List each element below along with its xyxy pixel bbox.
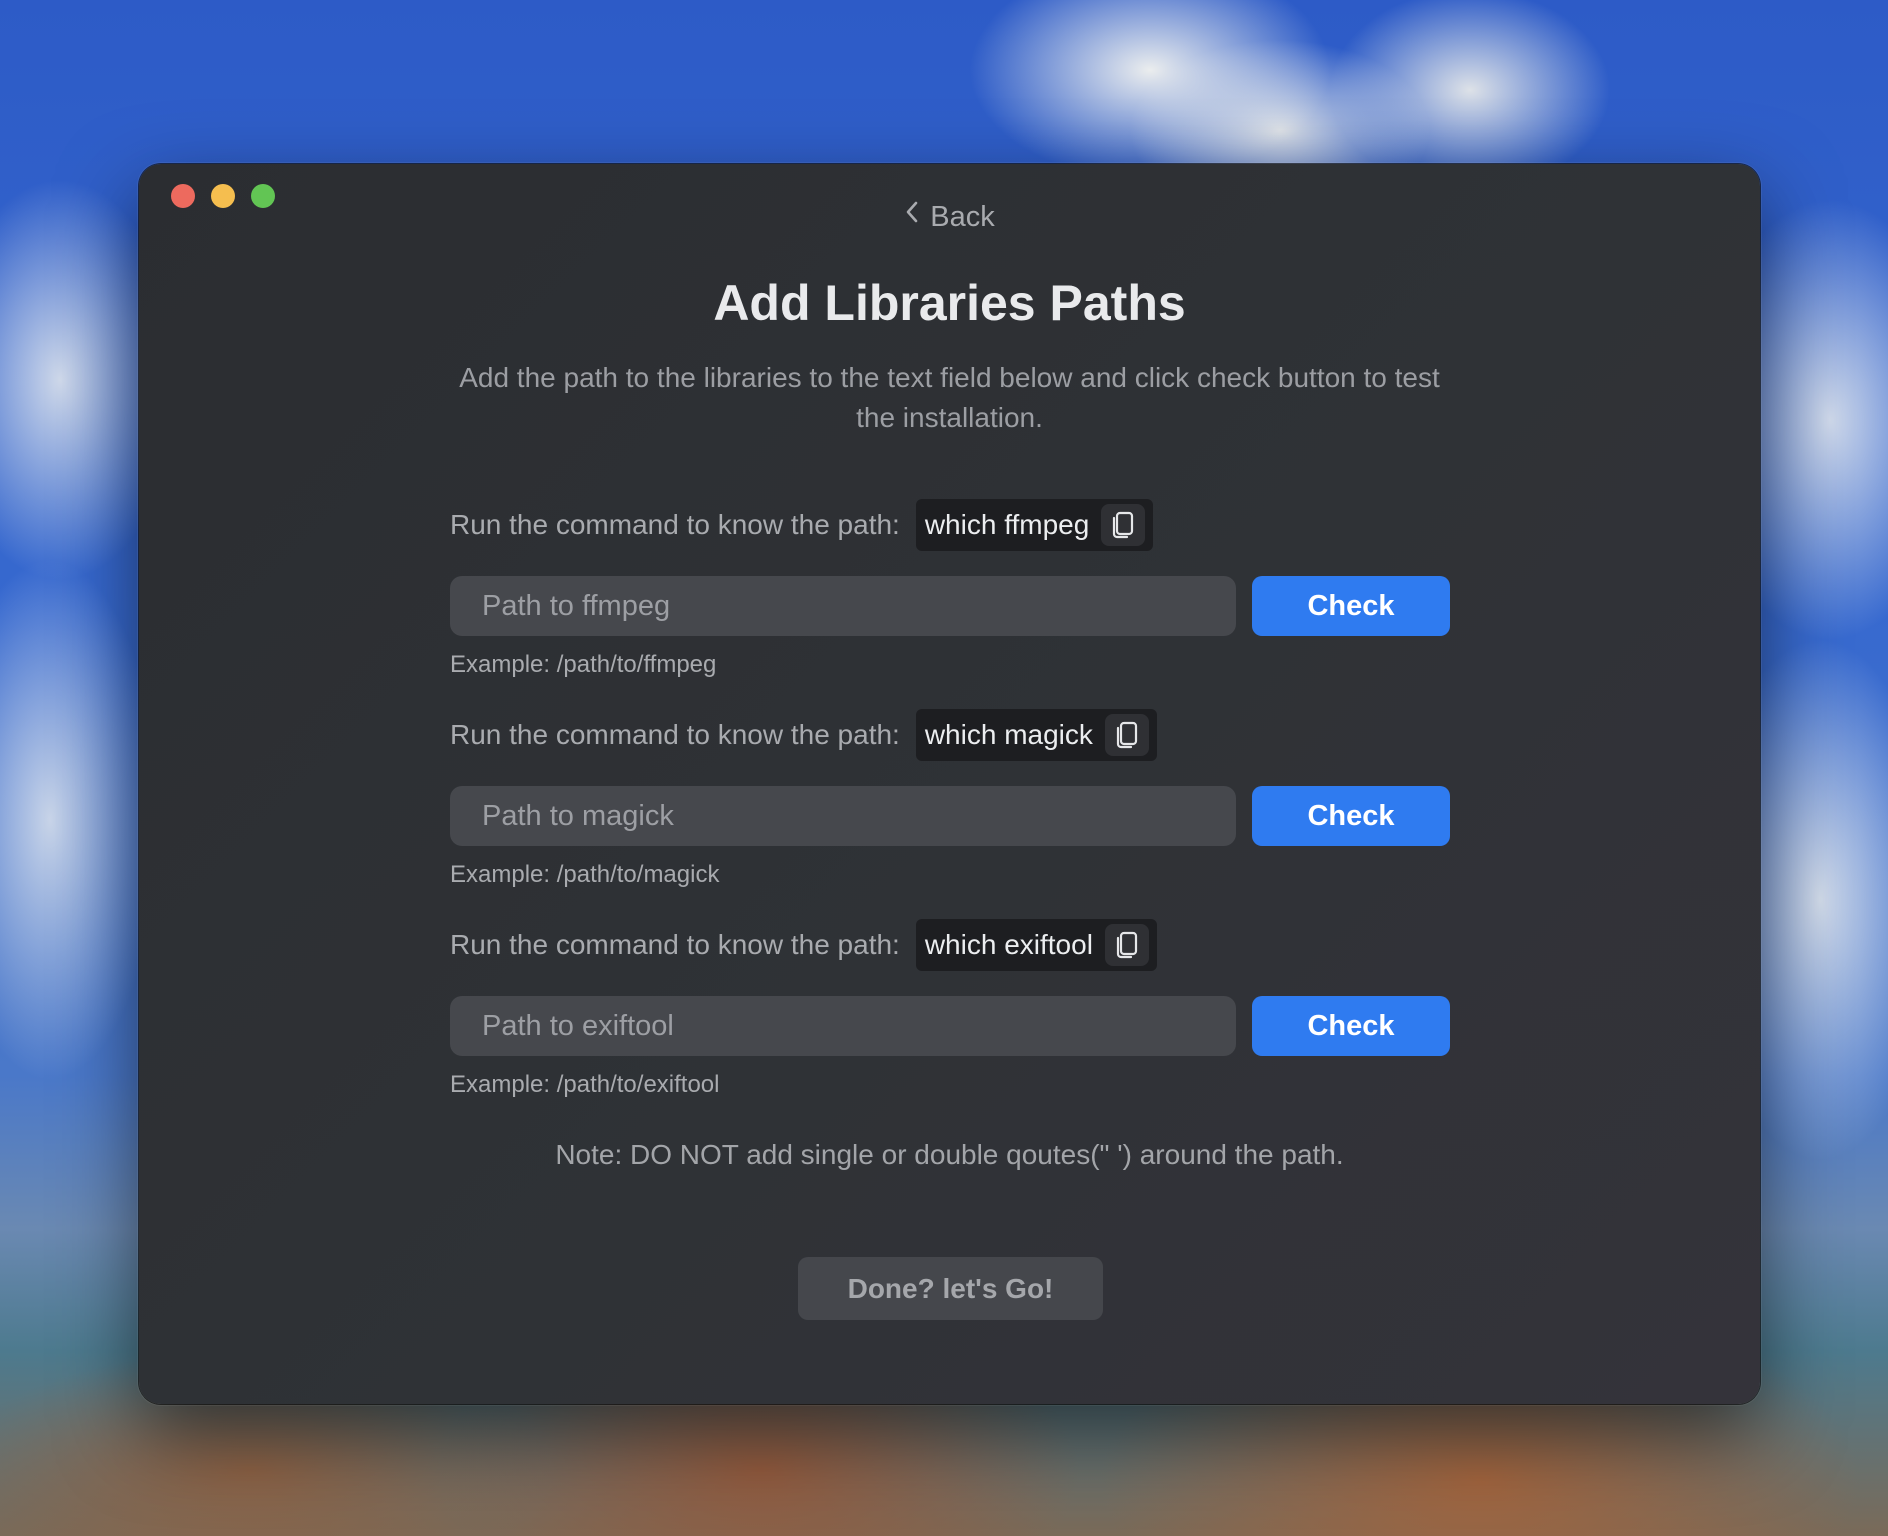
- command-chip: which exiftool: [915, 919, 1157, 971]
- exiftool-path-input[interactable]: [450, 996, 1236, 1056]
- copy-command-button[interactable]: [1104, 924, 1149, 966]
- check-ffmpeg-button[interactable]: Check: [1252, 576, 1450, 636]
- copy-icon: [1113, 511, 1134, 539]
- command-label: Run the command to know the path:: [450, 719, 900, 750]
- example-hint: Example: /path/to/exiftool: [450, 1071, 720, 1098]
- copy-command-button[interactable]: [1101, 504, 1146, 546]
- command-row: Run the command to know the path: which …: [450, 919, 1157, 971]
- check-exiftool-button[interactable]: Check: [1252, 996, 1450, 1056]
- copy-icon: [1116, 931, 1138, 959]
- check-magick-button[interactable]: Check: [1252, 786, 1450, 846]
- quotes-note: Note: DO NOT add single or double qoutes…: [555, 1139, 1344, 1170]
- back-button[interactable]: Back: [139, 200, 1760, 234]
- magick-path-input[interactable]: [450, 786, 1236, 846]
- page-title: Add Libraries Paths: [713, 275, 1186, 331]
- command-text: which magick: [924, 719, 1093, 750]
- command-text: which ffmpeg: [924, 509, 1090, 540]
- copy-command-button[interactable]: [1104, 714, 1149, 756]
- command-label: Run the command to know the path:: [450, 929, 900, 960]
- copy-icon: [1116, 721, 1137, 749]
- done-button[interactable]: Done? let's Go!: [798, 1257, 1103, 1320]
- command-chip: which magick: [915, 709, 1157, 761]
- command-row: Run the command to know the path: which …: [450, 499, 1154, 551]
- example-hint: Example: /path/to/magick: [450, 861, 720, 888]
- command-label: Run the command to know the path:: [450, 509, 900, 540]
- back-label: Back: [930, 201, 995, 233]
- command-chip: which ffmpeg: [915, 499, 1154, 551]
- example-hint: Example: /path/to/ffmpeg: [450, 651, 717, 678]
- page-subtitle: Add the path to the libraries to the tex…: [459, 362, 1440, 433]
- chevron-left-icon: [904, 200, 920, 231]
- app-window: Back Add Libraries Paths Add the path to…: [139, 164, 1760, 1404]
- command-row: Run the command to know the path: which …: [450, 709, 1157, 761]
- ffmpeg-path-input[interactable]: [450, 576, 1236, 636]
- command-text: which exiftool: [924, 929, 1093, 960]
